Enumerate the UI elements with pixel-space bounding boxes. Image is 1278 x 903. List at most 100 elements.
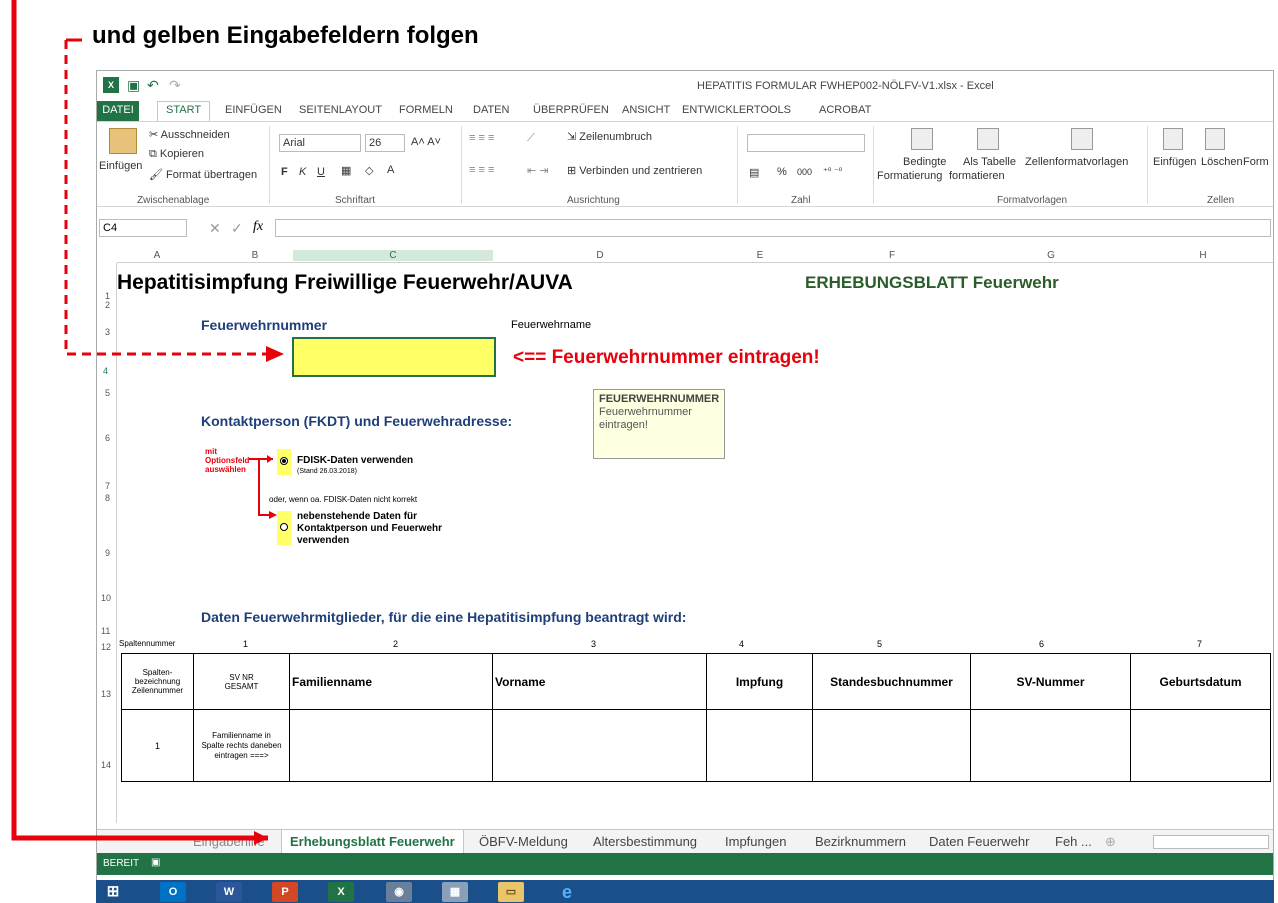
family-cell[interactable]	[289, 709, 493, 782]
row-header[interactable]: 5	[105, 388, 110, 398]
row-header[interactable]: 13	[101, 689, 111, 699]
row-header[interactable]: 11	[101, 626, 110, 636]
row-header[interactable]: 7	[105, 481, 110, 491]
column-header-a[interactable]: A	[117, 250, 197, 261]
remote-icon[interactable]: ◉	[386, 882, 412, 902]
tab-formulas[interactable]: FORMELN	[399, 104, 453, 116]
standesbuch-cell[interactable]	[812, 709, 971, 782]
birth-cell[interactable]	[1130, 709, 1271, 782]
sheet-tab[interactable]: Feh ...	[1055, 834, 1092, 849]
formula-input[interactable]	[275, 219, 1271, 237]
font-color-icon[interactable]: A	[387, 164, 394, 176]
outlook-icon[interactable]: O	[160, 882, 186, 902]
fill-color-icon[interactable]: ◇	[365, 164, 373, 177]
sheet-tab[interactable]: Altersbestimmung	[593, 834, 697, 849]
merge-center-button[interactable]: ⊞ Verbinden und zentrieren	[567, 164, 702, 177]
redo-icon[interactable]: ↷	[169, 77, 181, 94]
tab-data[interactable]: DATEN	[473, 104, 509, 116]
column-header-c[interactable]: C	[293, 250, 493, 261]
number-format-select[interactable]	[747, 134, 865, 152]
underline-button[interactable]: U	[317, 166, 325, 178]
orientation-icon[interactable]: ⟋	[527, 132, 535, 145]
save-icon[interactable]: ▣	[127, 77, 140, 94]
option2-radio[interactable]	[280, 523, 288, 531]
tab-developer[interactable]: ENTWICKLERTOOLS	[682, 104, 791, 116]
italic-button[interactable]: K	[299, 166, 306, 178]
powerpoint-icon[interactable]: P	[272, 882, 298, 902]
currency-icon[interactable]: ▤	[749, 166, 759, 179]
calculator-icon[interactable]: ▦	[442, 882, 468, 902]
windows-start-icon[interactable]: ⊞	[100, 882, 126, 902]
tab-view[interactable]: ANSICHT	[622, 104, 670, 116]
align-left-icon[interactable]: ≡ ≡ ≡	[469, 164, 494, 176]
row-header[interactable]: 9	[105, 548, 110, 558]
row-header[interactable]: 2	[105, 300, 110, 310]
font-size-select[interactable]: 26	[365, 134, 405, 152]
format-table-icon[interactable]	[977, 128, 999, 150]
horizontal-scrollbar[interactable]	[1153, 835, 1269, 849]
sheet-tab[interactable]: Impfungen	[725, 834, 786, 849]
wrap-text-button[interactable]: ⇲ Zeilenumbruch	[567, 130, 652, 143]
sv-number-cell[interactable]	[970, 709, 1131, 782]
folder-icon[interactable]: ▭	[498, 882, 524, 902]
undo-icon[interactable]: ↶	[147, 77, 159, 94]
decimal-icon[interactable]: ⁺⁰ ⁻⁰	[823, 166, 842, 177]
sheet-tab[interactable]: Bezirknummern	[815, 834, 906, 849]
internet-explorer-icon[interactable]: e	[554, 882, 580, 902]
sheet-tab[interactable]: Daten Feuerwehr	[929, 834, 1029, 849]
row-header[interactable]: 10	[101, 593, 111, 603]
macro-record-icon[interactable]: ▣	[151, 857, 160, 868]
paste-button[interactable]: Einfügen	[99, 160, 142, 172]
delete-cells-icon[interactable]	[1205, 128, 1225, 150]
tab-insert[interactable]: EINFÜGEN	[225, 104, 282, 116]
row-header[interactable]: 14	[101, 760, 111, 770]
thousands-button[interactable]: 000	[797, 167, 812, 177]
column-header-g[interactable]: G	[971, 250, 1131, 261]
column-header-f[interactable]: F	[813, 250, 971, 261]
paste-icon[interactable]	[109, 128, 137, 154]
insert-cells-icon[interactable]	[1163, 128, 1183, 150]
copy-button[interactable]: ⧉ Kopieren	[149, 148, 204, 161]
format-table-button[interactable]: Als Tabelle	[963, 156, 1016, 168]
percent-button[interactable]: %	[777, 166, 787, 178]
font-name-select[interactable]: Arial	[279, 134, 361, 152]
word-icon[interactable]: W	[216, 882, 242, 902]
cell-styles-icon[interactable]	[1071, 128, 1093, 150]
cancel-icon[interactable]: ✕	[209, 220, 221, 237]
tab-acrobat[interactable]: ACROBAT	[819, 104, 871, 116]
column-header-d[interactable]: D	[493, 250, 707, 261]
excel-icon[interactable]: X	[328, 882, 354, 902]
function-icon[interactable]: fx	[253, 219, 263, 235]
tab-start[interactable]: START	[157, 101, 211, 122]
tab-page-layout[interactable]: SEITENLAYOUT	[299, 104, 382, 116]
column-header-e[interactable]: E	[707, 250, 813, 261]
format-painter-button[interactable]: 🖌 Format übertragen	[149, 168, 257, 181]
sheet-tab[interactable]: Eingabehilfe	[193, 834, 265, 849]
tab-file[interactable]: DATEI	[97, 101, 139, 121]
format-cells-button[interactable]: Form	[1243, 156, 1269, 168]
cut-button[interactable]: ✂ Ausschneiden	[149, 128, 230, 141]
row-header[interactable]: 6	[105, 433, 110, 443]
column-header-h[interactable]: H	[1131, 250, 1273, 261]
vaccination-cell[interactable]	[706, 709, 813, 782]
conditional-format-button[interactable]: Bedingte	[903, 156, 946, 168]
add-sheet-icon[interactable]: ⊕	[1105, 834, 1116, 850]
tab-review[interactable]: ÜBERPRÜFEN	[533, 104, 609, 116]
enter-icon[interactable]: ✓	[231, 220, 243, 237]
row-header[interactable]: 12	[101, 642, 111, 652]
border-icon[interactable]: ▦	[341, 164, 351, 177]
bold-button[interactable]: F	[281, 166, 288, 178]
indent-icon[interactable]: ⇤ ⇥	[527, 164, 549, 177]
cell-styles-button[interactable]: Zellenformatvorlagen	[1025, 156, 1128, 168]
conditional-format-icon[interactable]	[911, 128, 933, 150]
delete-cells-button[interactable]: Löschen	[1201, 156, 1243, 168]
row-header[interactable]: 8	[105, 493, 110, 503]
grow-font-icon[interactable]: A˄ A˅	[411, 136, 441, 148]
option1-radio[interactable]	[280, 457, 288, 465]
row-number-cell[interactable]: 1	[121, 709, 194, 782]
first-cell[interactable]	[492, 709, 707, 782]
name-box[interactable]: C4	[99, 219, 187, 237]
row-header-active[interactable]: 4	[103, 366, 108, 376]
insert-cells-button[interactable]: Einfügen	[1153, 156, 1196, 168]
sv-nr-cell[interactable]: Familienname in Spalte rechts daneben eint…	[193, 709, 290, 782]
